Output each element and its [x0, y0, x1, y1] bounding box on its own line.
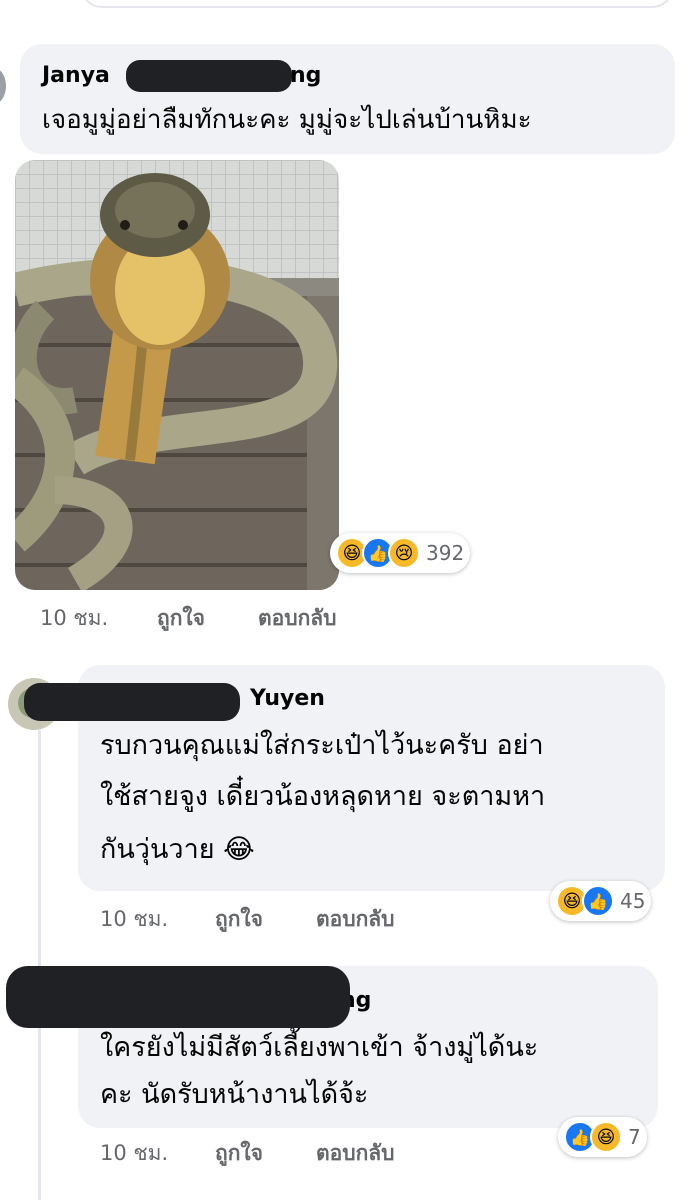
- redacted-name: [6, 966, 350, 1028]
- previous-comment-bubble: [80, 0, 674, 8]
- comment-text-line-1: รบกวนคุณแม่ใส่กระเป๋าไว้นะครับ อย่า: [100, 730, 544, 761]
- avatar-edge[interactable]: [0, 68, 6, 104]
- reply-link[interactable]: ตอบกลับ: [316, 1137, 395, 1170]
- like-link[interactable]: ถูกใจ: [215, 903, 263, 936]
- reaction-summary[interactable]: 👍 😆 7: [558, 1117, 647, 1157]
- comment-time[interactable]: 10 ชม.: [100, 903, 168, 936]
- comment-author[interactable]: Janya: [42, 63, 110, 88]
- comment-author-suffix: ng: [290, 63, 322, 88]
- sad-reaction-icon: 😢: [388, 537, 420, 569]
- comment-time[interactable]: 10 ชม.: [40, 602, 108, 635]
- reply-link[interactable]: ตอบกลับ: [258, 602, 337, 635]
- king-cobra-photo-icon: [15, 160, 339, 590]
- reaction-summary[interactable]: 😆 👍 45: [550, 881, 652, 921]
- reaction-summary[interactable]: 😆 👍 😢 392: [330, 533, 471, 573]
- like-link[interactable]: ถูกใจ: [157, 602, 205, 635]
- comment-text-line-2: คะ นัดรับหน้างานได้จ้ะ: [100, 1079, 369, 1110]
- reaction-count: 7: [628, 1125, 641, 1149]
- like-reaction-icon: 👍: [582, 885, 614, 917]
- comment-time[interactable]: 10 ชม.: [100, 1137, 168, 1170]
- reaction-count: 392: [426, 541, 465, 565]
- comment-text: เจอมูมู่อย่าลืมทักนะคะ มูมู่จะไปเล่นบ้าน…: [42, 105, 532, 135]
- comment-photo[interactable]: [15, 160, 339, 590]
- comment-text-line-1: ใครยังไม่มีสัตว์เลี้ยงพาเข้า จ้างมู่ได้น…: [100, 1032, 539, 1063]
- reply-link[interactable]: ตอบกลับ: [316, 903, 395, 936]
- redacted-name: [24, 683, 240, 721]
- reaction-count: 45: [620, 889, 646, 913]
- haha-reaction-icon: 😆: [590, 1121, 622, 1153]
- comment-text-line-2: ใช้สายจูง เดี๋ยวน้องหลุดหาย จะตามหา: [100, 781, 546, 812]
- comment-text-line-3: กันวุ่นวาย 😂: [100, 834, 255, 865]
- like-link[interactable]: ถูกใจ: [215, 1137, 263, 1170]
- comment-author-suffix[interactable]: Yuyen: [250, 686, 325, 711]
- reply-thread-line: [38, 730, 41, 1200]
- redacted-name: [126, 60, 292, 92]
